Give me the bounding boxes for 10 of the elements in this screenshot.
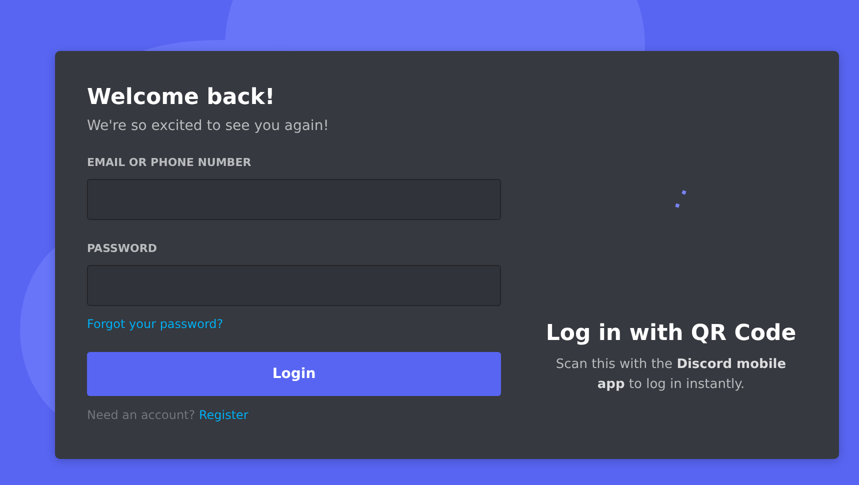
form-subtitle: We're so excited to see you again! (87, 117, 329, 136)
login-button[interactable]: Login (87, 352, 501, 396)
register-prompt: Need an account? (87, 408, 196, 422)
qr-title: Log in with QR Code (546, 320, 796, 348)
register-link[interactable]: Register (198, 408, 248, 422)
form-title: Welcome back! (87, 84, 275, 112)
field-label: PASSWORD (87, 242, 158, 256)
field-label: EMAIL OR PHONE NUMBER (87, 156, 252, 170)
qr-description: Scan this with the Discord mobile app to log in instantly. (554, 356, 788, 394)
forgot-password-link[interactable]: Forgot your password? (87, 317, 224, 331)
